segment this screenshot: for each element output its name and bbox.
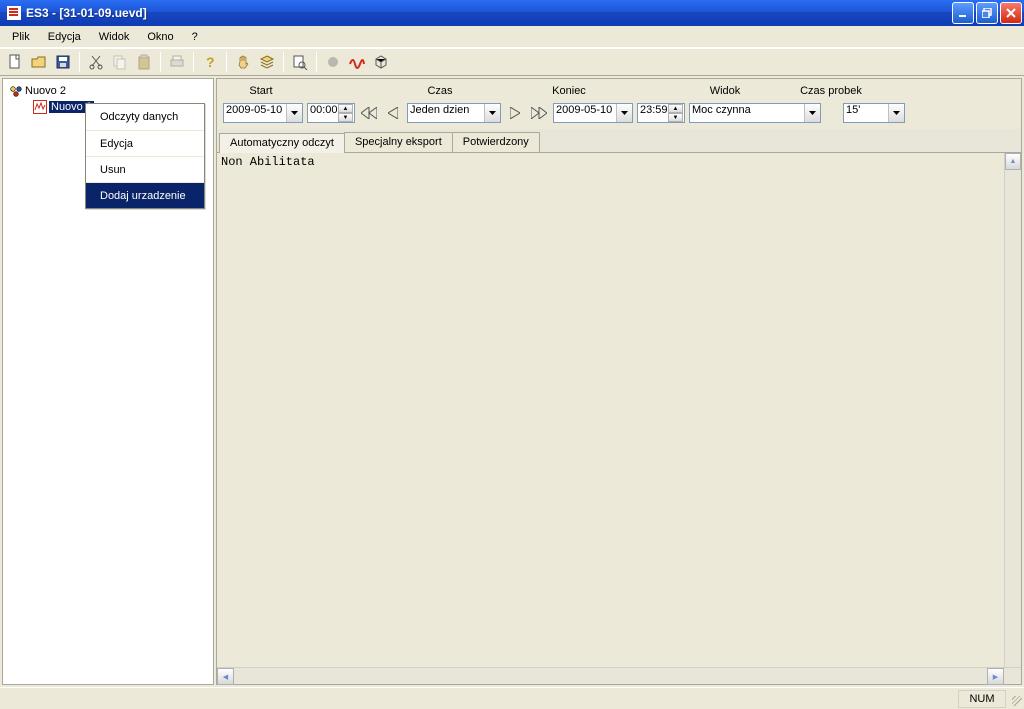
copy-icon[interactable] <box>109 51 131 73</box>
tree-root[interactable]: Nuovo 2 <box>5 83 211 99</box>
widok-combo[interactable]: Moc czynna <box>689 103 821 123</box>
last-icon[interactable] <box>529 103 549 123</box>
circles-icon <box>9 84 23 98</box>
end-date-value: 2009-05-10 <box>554 104 616 122</box>
context-item-odczyty[interactable]: Odczyty danych <box>86 104 204 130</box>
restore-button[interactable] <box>976 2 998 24</box>
probek-value: 15' <box>844 104 888 122</box>
next-icon[interactable] <box>505 103 525 123</box>
dropdown-arrow-icon[interactable] <box>888 104 904 122</box>
dropdown-arrow-icon[interactable] <box>286 104 302 122</box>
document-text: Non Abilitata <box>217 153 1021 171</box>
dropdown-arrow-icon[interactable] <box>616 104 632 122</box>
horizontal-scrollbar[interactable]: ◀ ▶ <box>217 667 1021 684</box>
menu-widok[interactable]: Widok <box>91 29 138 45</box>
tabs-bar: Automatyczny odczyt Specjalny eksport Po… <box>216 129 1022 153</box>
label-koniec: Koniec <box>531 85 607 97</box>
scroll-right-icon[interactable]: ▶ <box>987 668 1004 685</box>
widok-value: Moc czynna <box>690 104 804 122</box>
window-title: ES3 - [31-01-09.uevd] <box>26 6 147 20</box>
czas-value: Jeden dzien <box>408 104 484 122</box>
context-item-edycja[interactable]: Edycja <box>86 130 204 156</box>
tree-panel: Nuovo 2 Nuovo 3 Odczyty danych Edycja Us… <box>2 78 214 685</box>
preview-icon[interactable] <box>289 51 311 73</box>
new-file-icon[interactable] <box>4 51 26 73</box>
tab-specjalny[interactable]: Specjalny eksport <box>344 132 453 152</box>
menu-edycja[interactable]: Edycja <box>40 29 89 45</box>
hand-icon[interactable] <box>232 51 254 73</box>
content-area: Start Czas Koniec Widok Czas probek 2009… <box>216 78 1022 685</box>
statusbar: NUM <box>0 687 1024 709</box>
tab-potwierdzony[interactable]: Potwierdzony <box>452 132 540 152</box>
client-area: Nuovo 2 Nuovo 3 Odczyty danych Edycja Us… <box>0 76 1024 687</box>
document-area: Non Abilitata ▲ ◀ ▶ <box>216 153 1022 685</box>
toolbar: ? <box>0 48 1024 76</box>
tree-root-label: Nuovo 2 <box>25 85 66 97</box>
end-time-value: 23:59 <box>638 104 668 122</box>
app-icon <box>6 5 22 21</box>
layers-icon[interactable] <box>256 51 278 73</box>
end-date-combo[interactable]: 2009-05-10 <box>553 103 633 123</box>
label-widok: Widok <box>659 85 791 97</box>
record-icon[interactable] <box>322 51 344 73</box>
status-num: NUM <box>958 690 1006 708</box>
open-file-icon[interactable] <box>28 51 50 73</box>
label-czas: Czas <box>393 85 487 97</box>
prev-icon[interactable] <box>383 103 403 123</box>
scroll-left-icon[interactable]: ◀ <box>217 668 234 685</box>
context-menu: Odczyty danych Edycja Usun Dodaj urzadze… <box>85 103 205 209</box>
print-icon[interactable] <box>166 51 188 73</box>
first-icon[interactable] <box>359 103 379 123</box>
paste-icon[interactable] <box>133 51 155 73</box>
filters-bar: Start Czas Koniec Widok Czas probek 2009… <box>216 78 1022 129</box>
tab-automatyczny[interactable]: Automatyczny odczyt <box>219 133 345 153</box>
help-icon[interactable]: ? <box>199 51 221 73</box>
start-date-combo[interactable]: 2009-05-10 <box>223 103 303 123</box>
dropdown-arrow-icon[interactable] <box>484 104 500 122</box>
minimize-button[interactable] <box>952 2 974 24</box>
end-time-spinner[interactable]: 23:59 ▲▼ <box>637 103 685 123</box>
svg-text:?: ? <box>206 54 215 70</box>
start-time-spinner[interactable]: 00:00 ▲▼ <box>307 103 355 123</box>
start-date-value: 2009-05-10 <box>224 104 286 122</box>
probek-combo[interactable]: 15' <box>843 103 905 123</box>
wave-icon[interactable] <box>346 51 368 73</box>
cut-icon[interactable] <box>85 51 107 73</box>
close-button[interactable] <box>1000 2 1022 24</box>
scroll-up-icon[interactable]: ▲ <box>1005 153 1021 170</box>
titlebar: ES3 - [31-01-09.uevd] <box>0 0 1024 26</box>
context-item-dodaj[interactable]: Dodaj urzadzenie <box>86 182 204 208</box>
czas-combo[interactable]: Jeden dzien <box>407 103 501 123</box>
label-start: Start <box>223 85 299 97</box>
menu-plik[interactable]: Plik <box>4 29 38 45</box>
start-time-value: 00:00 <box>308 104 338 122</box>
menubar: Plik Edycja Widok Okno ? <box>0 26 1024 48</box>
vertical-scrollbar[interactable]: ▲ <box>1004 153 1021 667</box>
context-item-usun[interactable]: Usun <box>86 156 204 182</box>
chart-icon <box>33 100 47 114</box>
resize-grip-icon[interactable] <box>1006 690 1024 708</box>
cube-icon[interactable] <box>370 51 392 73</box>
label-czas-probek: Czas probek <box>791 85 871 97</box>
spinner-buttons[interactable]: ▲▼ <box>338 104 353 122</box>
menu-okno[interactable]: Okno <box>139 29 181 45</box>
menu-help[interactable]: ? <box>184 29 206 45</box>
save-icon[interactable] <box>52 51 74 73</box>
dropdown-arrow-icon[interactable] <box>804 104 820 122</box>
spinner-buttons[interactable]: ▲▼ <box>668 104 683 122</box>
